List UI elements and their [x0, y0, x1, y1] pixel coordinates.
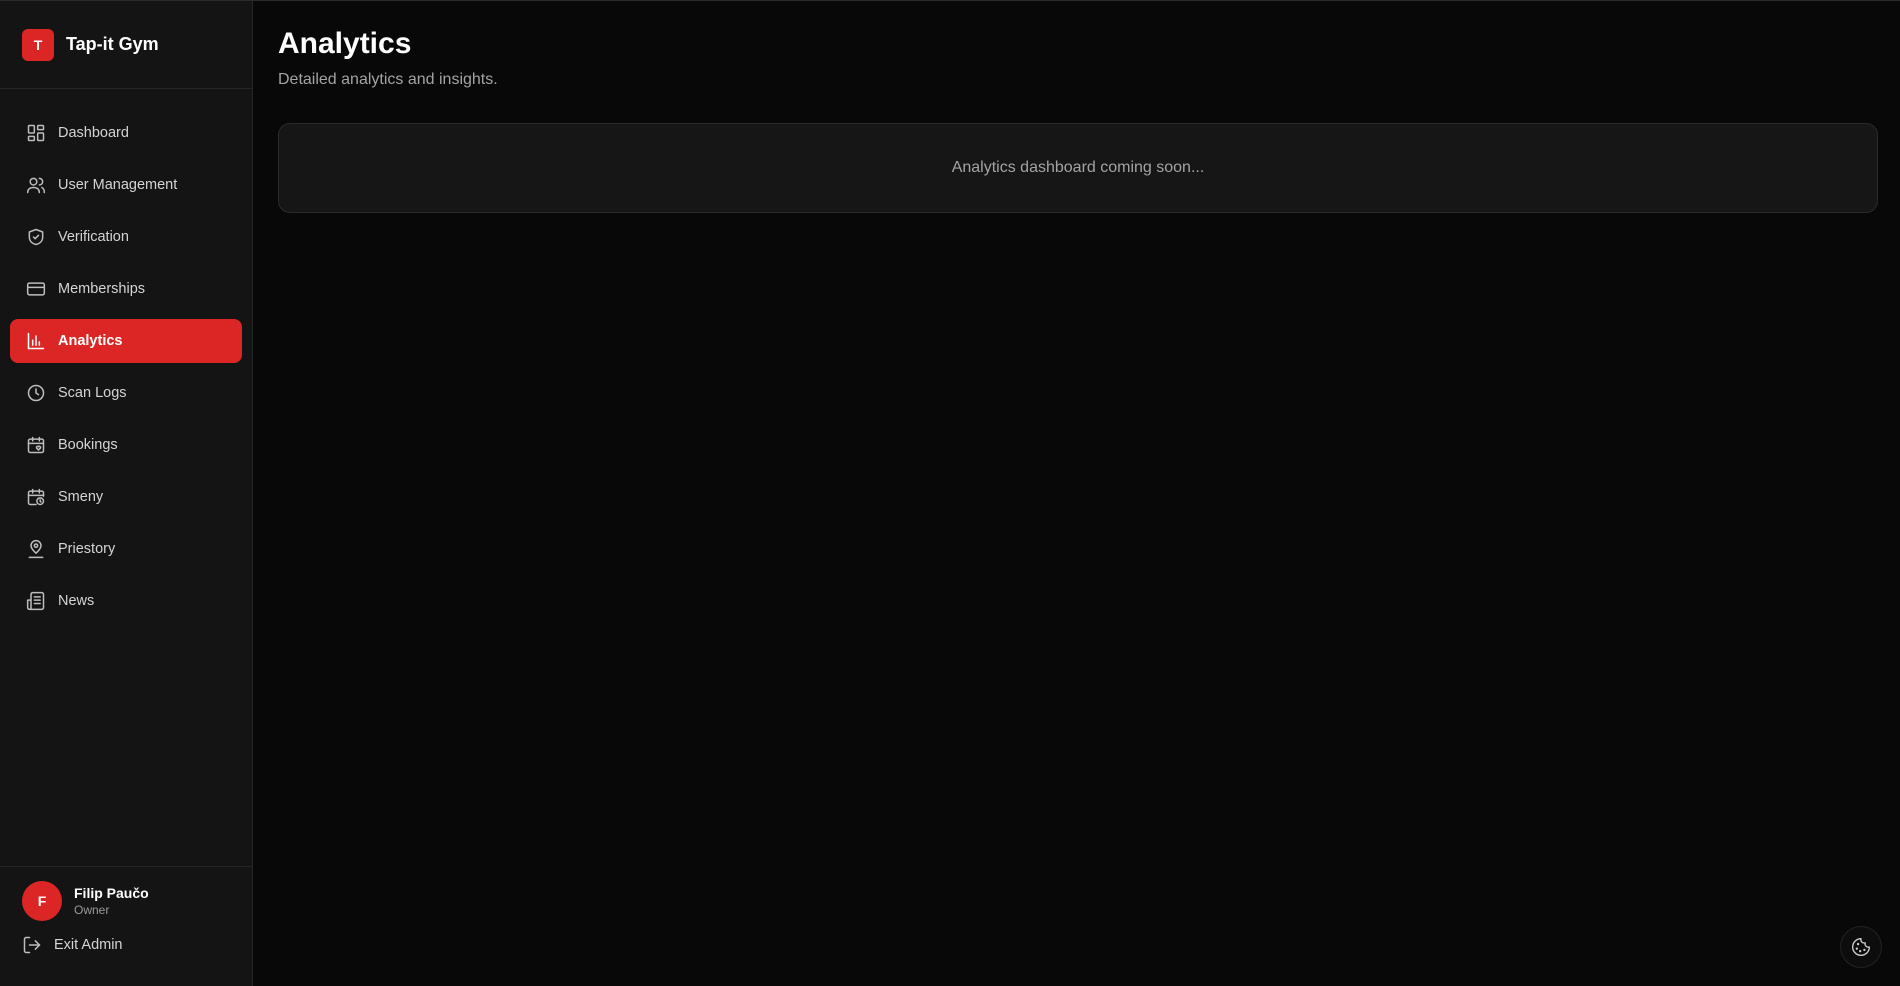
cookie-settings-button[interactable] [1840, 926, 1882, 968]
sidebar-item-smeny[interactable]: Smeny [10, 475, 242, 519]
sidebar-item-memberships[interactable]: Memberships [10, 267, 242, 311]
brand-name: Tap-it Gym [66, 34, 159, 54]
calendar-clock-icon [26, 487, 46, 507]
sidebar-item-label: Memberships [58, 281, 146, 297]
dashboard-icon [26, 123, 46, 143]
sidebar-nav: Dashboard User Management Verification M… [0, 89, 252, 866]
main-content: Analytics Detailed analytics and insight… [253, 1, 1900, 986]
exit-admin-label: Exit Admin [54, 937, 123, 953]
sidebar-item-label: User Management [58, 177, 178, 193]
cookie-icon [1851, 937, 1871, 957]
users-icon [26, 175, 46, 195]
user-info: Filip Paučo Owner [74, 885, 149, 917]
page-title: Analytics [278, 27, 412, 60]
clock-icon [26, 383, 46, 403]
sidebar-item-label: Scan Logs [58, 385, 127, 401]
brand-header[interactable]: T Tap-it Gym [0, 1, 252, 89]
sidebar-item-priestory[interactable]: Priestory [10, 527, 242, 571]
newspaper-icon [26, 591, 46, 611]
sidebar-item-label: Verification [58, 229, 129, 245]
page-subtitle: Detailed analytics and insights. [278, 71, 498, 88]
sidebar-footer: F Filip Paučo Owner Exit Admin [0, 866, 252, 986]
calendar-heart-icon [26, 435, 46, 455]
credit-card-icon [26, 279, 46, 299]
sidebar-item-analytics[interactable]: Analytics [10, 319, 242, 363]
sidebar-item-dashboard[interactable]: Dashboard [10, 111, 242, 155]
log-out-icon [22, 935, 42, 955]
placeholder-text: Analytics dashboard coming soon... [951, 159, 1205, 176]
shield-check-icon [26, 227, 46, 247]
sidebar-item-label: News [58, 593, 95, 609]
sidebar-item-label: Smeny [58, 489, 104, 505]
bar-chart-icon [26, 331, 46, 351]
brand-logo: T [22, 28, 54, 61]
exit-admin-button[interactable]: Exit Admin [22, 935, 230, 955]
sidebar-item-user-management[interactable]: User Management [10, 163, 242, 207]
user-profile[interactable]: F Filip Paučo Owner [22, 881, 230, 921]
avatar: F [22, 881, 62, 921]
analytics-placeholder-card: Analytics dashboard coming soon... [278, 123, 1878, 213]
sidebar-item-scan-logs[interactable]: Scan Logs [10, 371, 242, 415]
sidebar-item-bookings[interactable]: Bookings [10, 423, 242, 467]
sidebar-item-news[interactable]: News [10, 579, 242, 623]
sidebar: T Tap-it Gym Dashboard User Management V… [0, 1, 253, 986]
user-role: Owner [74, 903, 110, 917]
sidebar-item-label: Bookings [58, 437, 118, 453]
user-name: Filip Paučo [74, 885, 149, 901]
sidebar-item-verification[interactable]: Verification [10, 215, 242, 259]
app-root: T Tap-it Gym Dashboard User Management V… [0, 0, 1900, 986]
map-pin-user-icon [26, 539, 46, 559]
sidebar-item-label: Dashboard [58, 125, 129, 141]
sidebar-item-label: Analytics [58, 333, 123, 349]
sidebar-item-label: Priestory [58, 541, 116, 557]
